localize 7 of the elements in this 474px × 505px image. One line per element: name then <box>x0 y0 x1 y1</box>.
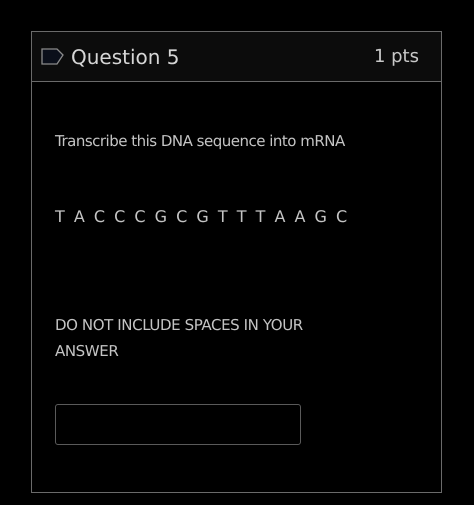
flag-icon[interactable] <box>41 48 65 66</box>
answer-field[interactable] <box>55 404 301 445</box>
question-prompt: Transcribe this DNA sequence into mRNA <box>55 132 346 150</box>
question-title: Question 5 <box>71 44 181 68</box>
instruction-text: DO NOT INCLUDE SPACES IN YOUR ANSWER <box>55 315 304 362</box>
points-label: 1 pts <box>374 46 419 67</box>
dna-sequence: T A C C C G C G T T T A A G C <box>55 207 350 226</box>
